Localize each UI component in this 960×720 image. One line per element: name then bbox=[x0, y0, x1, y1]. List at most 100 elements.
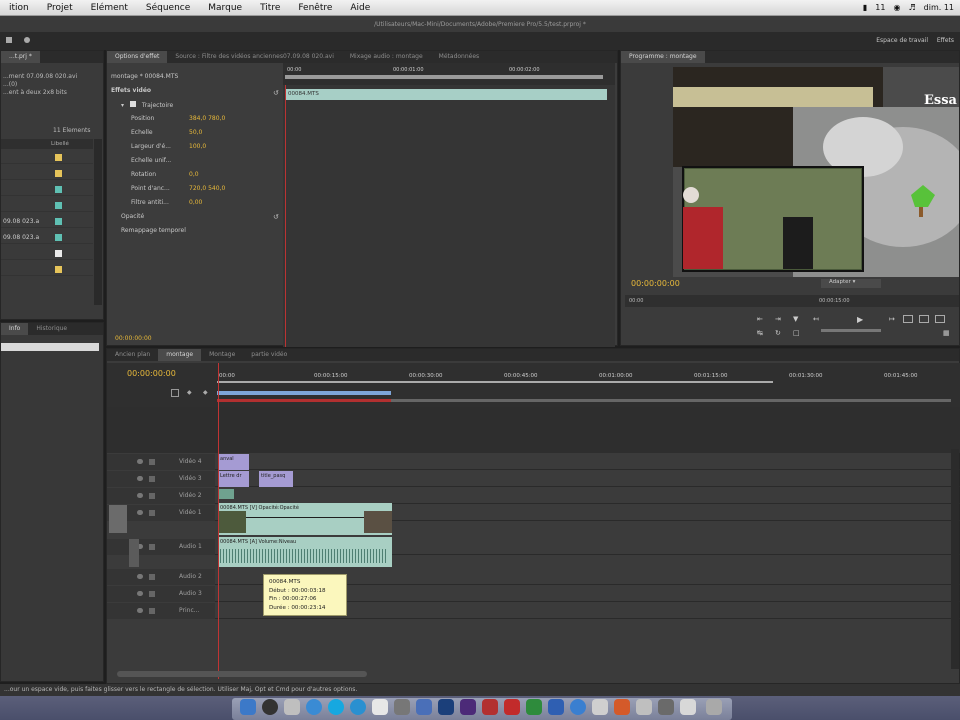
toggle-output-icon[interactable] bbox=[137, 476, 143, 481]
audio1-target[interactable] bbox=[129, 539, 139, 567]
effect-param-row[interactable]: Echelle unif... bbox=[131, 157, 189, 170]
tab-montage-2[interactable]: Montage bbox=[201, 349, 243, 361]
menu-item-edition[interactable]: ition bbox=[0, 3, 38, 13]
tab-montage[interactable]: montage bbox=[158, 349, 202, 361]
clip-v1[interactable]: 00084.MTS [V] Opacité:Opacité bbox=[218, 503, 392, 535]
trash-icon[interactable] bbox=[706, 699, 722, 715]
clip-v4[interactable]: anval bbox=[218, 454, 249, 470]
itunes-icon[interactable] bbox=[350, 699, 366, 715]
app-icon[interactable] bbox=[614, 699, 630, 715]
marker-add-icon[interactable]: ◆ bbox=[187, 389, 192, 396]
extract-icon[interactable] bbox=[919, 315, 929, 323]
menu-item-projet[interactable]: Projet bbox=[38, 3, 82, 13]
lock-icon[interactable] bbox=[149, 476, 155, 482]
effect-param-row[interactable]: Rotation 0,0 bbox=[131, 171, 199, 184]
track-header[interactable]: Audio 1 bbox=[107, 539, 215, 555]
loop-icon[interactable]: ↻ bbox=[775, 329, 781, 337]
toggle-output-icon[interactable] bbox=[137, 510, 143, 515]
disclosure-triangle-icon[interactable]: ▾ bbox=[121, 102, 124, 109]
playhead-line[interactable] bbox=[218, 363, 219, 679]
project-list-item[interactable]: 09.08 023.a bbox=[1, 231, 93, 244]
menu-item-aide[interactable]: Aide bbox=[341, 3, 379, 13]
effect-param-value[interactable]: 720,0 540,0 bbox=[189, 185, 225, 192]
project-list-item[interactable] bbox=[1, 167, 93, 180]
go-to-in-icon[interactable]: ↤ bbox=[813, 315, 819, 323]
project-scrollbar[interactable] bbox=[94, 139, 102, 305]
safari-icon[interactable] bbox=[306, 699, 322, 715]
volume-icon[interactable]: ♬ bbox=[908, 3, 915, 12]
clip-v3b[interactable]: title_pasq bbox=[259, 471, 293, 487]
program-ruler[interactable]: 00:00 00:00:15:00 bbox=[625, 295, 959, 307]
export-frame-icon[interactable] bbox=[935, 315, 945, 323]
app-icon[interactable] bbox=[416, 699, 432, 715]
project-list-item[interactable] bbox=[1, 247, 93, 260]
wifi-icon[interactable]: ◉ bbox=[893, 3, 900, 12]
menu-item-sequence[interactable]: Séquence bbox=[137, 3, 199, 13]
tab-effect-options[interactable]: Options d'effet bbox=[107, 51, 168, 63]
excel-icon[interactable] bbox=[526, 699, 542, 715]
app-icon[interactable] bbox=[680, 699, 696, 715]
effect-param-value[interactable]: 0,00 bbox=[189, 199, 202, 206]
toggle-output-icon[interactable] bbox=[137, 591, 143, 596]
tab-source[interactable]: Source : Filtre des vidéos anciennes07.0… bbox=[167, 51, 341, 63]
track-header[interactable]: Audio 3 bbox=[107, 586, 215, 602]
effect-param-value[interactable]: 0,0 bbox=[189, 171, 199, 178]
toggle-output-icon[interactable] bbox=[137, 459, 143, 464]
app-icon[interactable] bbox=[504, 699, 520, 715]
step-back-icon[interactable]: ⇤ bbox=[757, 315, 763, 323]
project-list-item[interactable] bbox=[1, 183, 93, 196]
lock-icon[interactable] bbox=[149, 608, 155, 614]
reset-icon[interactable]: ↺ bbox=[273, 89, 279, 97]
tab-program[interactable]: Programme : montage bbox=[621, 51, 705, 63]
project-list-item[interactable]: 09.08 023.a bbox=[1, 215, 93, 228]
lock-icon[interactable] bbox=[149, 574, 155, 580]
tool-icon[interactable] bbox=[24, 37, 30, 43]
project-list-item[interactable] bbox=[1, 151, 93, 164]
label-column-header[interactable]: Libellé bbox=[51, 141, 69, 147]
premiere-icon[interactable] bbox=[460, 699, 476, 715]
go-to-out-icon[interactable]: ↦ bbox=[889, 315, 895, 323]
tab-ancien-plan[interactable]: Ancien plan bbox=[107, 349, 158, 361]
timeline-timecode[interactable]: 00:00:00:00 bbox=[127, 369, 176, 378]
effect-clip-bar[interactable]: 00084.MTS bbox=[285, 89, 607, 100]
lock-icon[interactable] bbox=[149, 510, 155, 516]
tab-info[interactable]: Info bbox=[1, 323, 29, 335]
lock-icon[interactable] bbox=[149, 459, 155, 465]
effect-param-row[interactable]: Position 384,0 780,0 bbox=[131, 115, 225, 128]
fx-icon[interactable] bbox=[129, 101, 136, 107]
menu-item-element[interactable]: Elément bbox=[82, 3, 137, 13]
time-remap-row[interactable]: Remappage temporel bbox=[121, 227, 186, 240]
finder-icon[interactable] bbox=[240, 699, 256, 715]
track-header[interactable]: Vidéo 3 bbox=[107, 471, 215, 487]
app-icon[interactable] bbox=[658, 699, 674, 715]
clock[interactable]: dim. 11 bbox=[924, 3, 954, 12]
tab-historique[interactable]: Historique bbox=[28, 323, 75, 335]
project-list-item[interactable] bbox=[1, 263, 93, 276]
clip-v2[interactable] bbox=[218, 489, 234, 499]
tab-partie-video[interactable]: partie vidéo bbox=[243, 349, 295, 361]
tool-icon[interactable] bbox=[6, 37, 12, 43]
toggle-output-icon[interactable] bbox=[137, 574, 143, 579]
step-fwd-icon[interactable]: ⇥ bbox=[775, 315, 781, 323]
workspace-label[interactable]: Espace de travail bbox=[876, 37, 928, 44]
lock-icon[interactable] bbox=[149, 544, 155, 550]
battery-icon[interactable]: ▮ bbox=[863, 3, 867, 12]
opacity-row[interactable]: Opacité bbox=[121, 213, 144, 226]
effect-param-row[interactable]: Point d'anc... 720,0 540,0 bbox=[131, 185, 225, 198]
clip-a1[interactable]: 00084.MTS [A] Volume:Niveau bbox=[218, 537, 392, 567]
app-icon[interactable] bbox=[592, 699, 608, 715]
clip-v3a[interactable]: Lettre dr bbox=[218, 471, 249, 487]
marker-icon[interactable]: ▼ bbox=[793, 315, 798, 323]
menu-item-titre[interactable]: Titre bbox=[251, 3, 289, 13]
effect-param-row[interactable]: Echelle 50,0 bbox=[131, 129, 202, 142]
output-icon[interactable]: ▦ bbox=[943, 329, 950, 337]
project-filename[interactable]: ...t.prj * bbox=[1, 51, 40, 63]
toggle-output-icon[interactable] bbox=[137, 493, 143, 498]
motion-effect-row[interactable]: ▾ Trajectoire bbox=[121, 101, 173, 114]
effect-param-row[interactable]: Filtre antiti... 0,00 bbox=[131, 199, 202, 212]
calendar-icon[interactable] bbox=[372, 699, 388, 715]
photoshop-icon[interactable] bbox=[438, 699, 454, 715]
word-icon[interactable] bbox=[548, 699, 564, 715]
dashboard-icon[interactable] bbox=[262, 699, 278, 715]
effect-options-timecode[interactable]: 00:00:00:00 bbox=[115, 335, 152, 342]
